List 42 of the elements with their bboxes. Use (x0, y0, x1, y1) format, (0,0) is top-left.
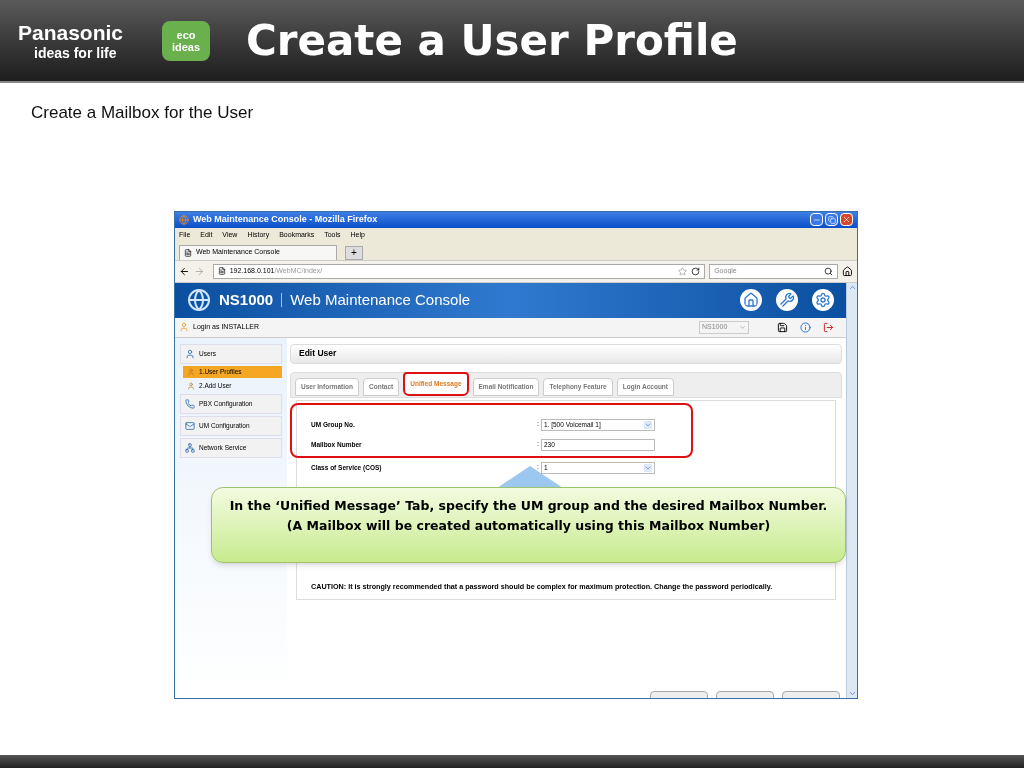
new-tab-button[interactable]: + (345, 245, 363, 260)
pointer-arrow (497, 466, 563, 488)
bookmark-star-icon[interactable] (678, 266, 688, 276)
section-icon (185, 348, 195, 359)
save-icon[interactable] (777, 321, 788, 333)
section-icon (185, 398, 195, 409)
user-icon (187, 381, 195, 390)
reload-icon[interactable] (691, 266, 701, 276)
page-title: Edit User (299, 347, 337, 360)
search-icon[interactable] (824, 266, 834, 276)
console-name: Web Maintenance Console (290, 289, 471, 310)
user-icon (187, 367, 195, 376)
minimize-button[interactable] (810, 213, 823, 226)
brand-logo: Panasonic (18, 20, 125, 45)
page-icon (184, 248, 192, 257)
callout-text: In the ‘Unified Message’ Tab, specify the UM group and the desired Mailbox Number. (229, 497, 828, 515)
product-name: NS1000 (219, 289, 274, 310)
window-title: Web Maintenance Console - Mozilla Firefox (193, 212, 378, 226)
close-button[interactable] (840, 213, 853, 226)
wrench-icon[interactable] (776, 289, 798, 311)
restore-icon (827, 215, 836, 224)
globe-icon (187, 288, 211, 312)
section-icon (185, 442, 195, 453)
restore-button[interactable] (825, 213, 838, 226)
user-icon (179, 322, 189, 332)
chevron-down-icon (643, 463, 652, 472)
home-icon[interactable] (842, 265, 853, 277)
slide-title: Create a User Profile (246, 15, 738, 67)
page-icon (217, 267, 226, 275)
settings-icon[interactable] (812, 289, 834, 311)
back-icon[interactable] (179, 265, 190, 277)
eco-badge: eco ideas (162, 20, 210, 61)
home-icon[interactable] (740, 289, 762, 311)
section-icon (185, 420, 195, 431)
close-icon (842, 215, 851, 224)
callout-text: (A Mailbox will be created automatically using this Mailbox Number) (286, 517, 771, 535)
chevron-down-icon (739, 323, 746, 331)
brand-tagline: ideas for life (34, 44, 118, 61)
chevron-down-icon (643, 420, 652, 429)
slide-subtitle: Create a Mailbox for the User (31, 102, 255, 124)
info-icon[interactable] (800, 321, 811, 333)
logout-icon[interactable] (823, 321, 834, 333)
